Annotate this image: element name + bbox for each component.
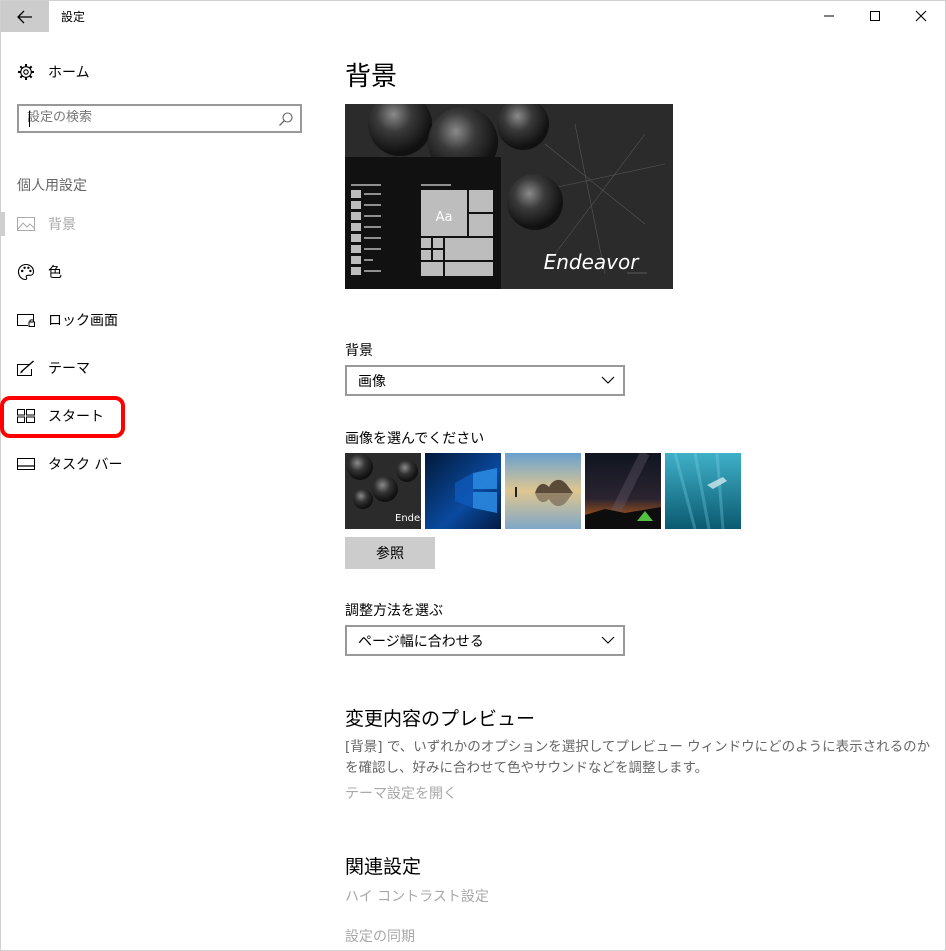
wallpaper-art: Aa Endeavor	[345, 104, 673, 289]
section-title-personalization: 個人用設定	[17, 178, 87, 194]
sidebar-home-label: ホーム	[48, 65, 90, 81]
background-type-value: 画像	[358, 373, 386, 390]
sidebar-item-label: テーマ	[48, 361, 90, 377]
page-title: 背景	[345, 62, 398, 92]
close-button[interactable]	[898, 0, 944, 32]
search-input[interactable]	[27, 110, 267, 125]
close-icon	[915, 10, 927, 22]
related-settings-title: 関連設定	[345, 856, 422, 878]
maximize-button[interactable]	[852, 0, 898, 32]
gear-icon	[17, 63, 35, 81]
fit-value: ページ幅に合わせる	[358, 633, 484, 650]
sidebar-home[interactable]: ホーム	[0, 52, 320, 92]
picture-thumb-beach-rocks[interactable]	[505, 453, 581, 529]
sidebar-item-background[interactable]: 背景	[0, 204, 320, 244]
sidebar-item-label: 色	[48, 265, 62, 281]
search-box[interactable]	[17, 104, 302, 133]
sidebar-item-taskbar[interactable]: タスク バー	[0, 444, 320, 484]
sidebar-item-label: タスク バー	[48, 457, 123, 473]
lock-screen-icon	[17, 311, 35, 329]
chevron-down-icon	[601, 636, 615, 644]
text-cursor	[29, 111, 30, 127]
window-title: 設定	[61, 10, 86, 24]
picture-thumb-underwater-diver[interactable]	[665, 453, 741, 529]
picture-thumb-endeavor[interactable]: Endea	[345, 453, 421, 529]
choose-picture-label: 画像を選んでください	[345, 431, 485, 447]
sidebar-item-label: ロック画面	[48, 313, 118, 329]
back-button[interactable]	[1, 1, 49, 32]
wallpaper-brand-text: Endeavor	[544, 250, 641, 274]
theme-brush-icon	[17, 359, 35, 377]
title-bar: 設定	[0, 0, 946, 32]
fit-label: 調整方法を選ぶ	[345, 603, 443, 619]
image-icon	[17, 215, 35, 233]
background-type-select[interactable]: 画像	[345, 365, 625, 396]
minimize-button[interactable]	[806, 0, 852, 32]
minimize-icon	[824, 15, 834, 17]
back-arrow-icon	[17, 10, 32, 23]
highlight-annotation	[0, 396, 125, 438]
sidebar-item-lock-screen[interactable]: ロック画面	[0, 300, 320, 340]
sidebar-item-color[interactable]: 色	[0, 252, 320, 292]
sidebar-item-theme[interactable]: テーマ	[0, 348, 320, 388]
preview-section-title: 変更内容のプレビュー	[345, 708, 536, 730]
picture-thumb-windows10[interactable]	[425, 453, 501, 529]
taskbar-icon	[17, 455, 35, 473]
fit-select[interactable]: ページ幅に合わせる	[345, 625, 625, 656]
sidebar-item-label: 背景	[48, 217, 76, 233]
high-contrast-link[interactable]: ハイ コントラスト設定	[345, 886, 489, 906]
chevron-down-icon	[601, 376, 615, 384]
search-icon[interactable]	[278, 111, 294, 127]
background-preview: Aa Endeavor	[345, 104, 673, 289]
maximize-icon	[870, 11, 880, 21]
thumb-caption: Endea	[395, 513, 421, 524]
background-type-label: 背景	[345, 343, 373, 359]
picture-thumb-night-sky-tent[interactable]	[585, 453, 661, 529]
preview-section-description: [背景] で、いずれかのオプションを選択してプレビュー ウィンドウにどのように表…	[345, 739, 931, 776]
open-theme-settings-link[interactable]: テーマ設定を開く	[345, 783, 457, 803]
browse-button[interactable]: 参照	[345, 537, 435, 569]
preview-sample-text: Aa	[436, 210, 453, 225]
sync-settings-link[interactable]: 設定の同期	[345, 926, 415, 946]
palette-icon	[17, 263, 35, 281]
